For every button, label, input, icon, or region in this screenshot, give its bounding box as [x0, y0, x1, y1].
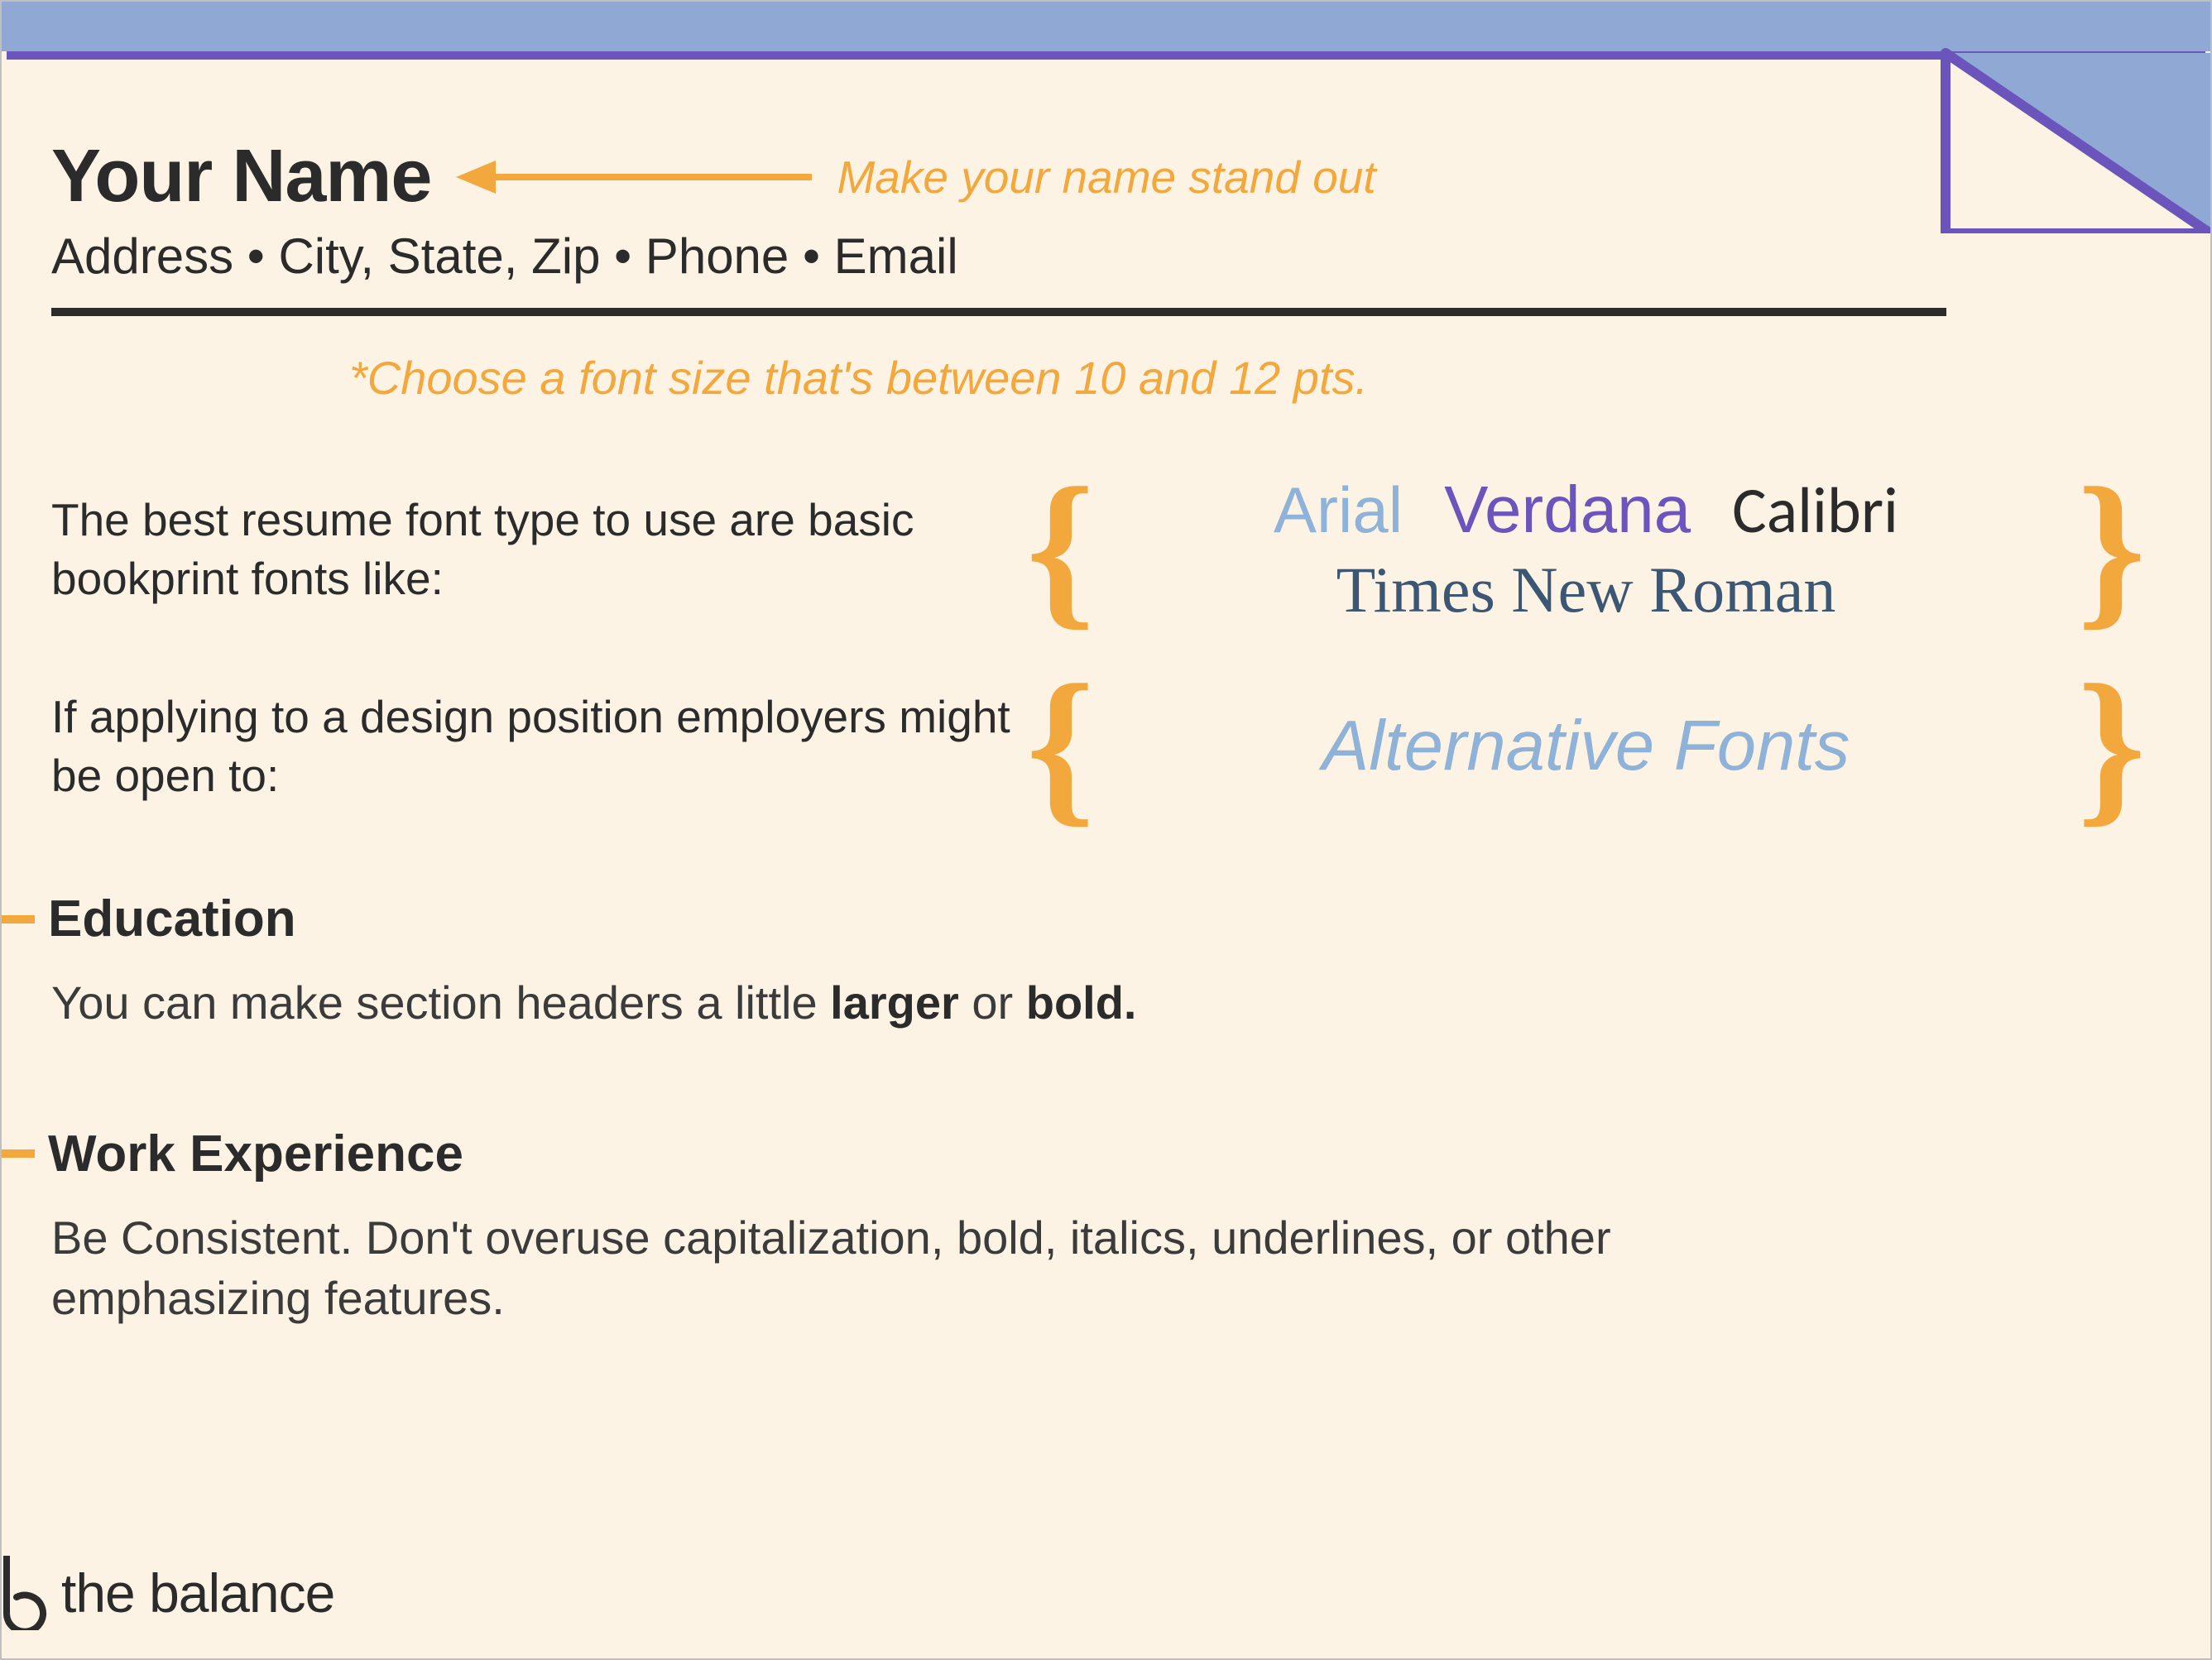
section-title: Work Experience [48, 1125, 463, 1183]
top-bar [2, 2, 2210, 51]
font-alternative: Alternative Fonts [1322, 707, 1850, 785]
brace-right-icon: } [2062, 685, 2161, 807]
font-size-tip: *Choose a font size that's between 10 an… [349, 351, 2161, 405]
alt-fonts-list: Alternative Fonts [1110, 706, 2063, 787]
section-body: You can make section headers a little la… [51, 973, 1789, 1034]
font-arial: Arial [1274, 473, 1403, 548]
content-area: Your Name Make your name stand out Addre… [51, 101, 2161, 1658]
edu-bold-larger: larger [830, 976, 959, 1029]
brace-left-icon: { [1011, 685, 1110, 807]
font-verdana: Verdana [1444, 472, 1691, 548]
font-times: Times New Roman [1110, 553, 2063, 627]
name-row: Your Name Make your name stand out [51, 134, 2161, 219]
applicant-name: Your Name [51, 134, 431, 219]
basic-fonts-braces: { Arial Verdana Calibri Times New Roman … [1011, 471, 2161, 627]
basic-fonts-list: Arial Verdana Calibri Times New Roman [1110, 471, 2063, 627]
brand-footer: the balance [0, 1556, 334, 1630]
edu-bold-bold: bold. [1026, 976, 1137, 1029]
name-tip: Make your name stand out [837, 151, 1375, 204]
resume-infographic: Your Name Make your name stand out Addre… [0, 0, 2212, 1660]
alt-fonts-text: If applying to a design position employe… [51, 688, 1011, 804]
alt-fonts-braces: { Alternative Fonts } [1011, 685, 2161, 807]
dash-icon [2, 915, 35, 924]
font-calibri: Calibri [1732, 471, 1898, 549]
brace-right-icon: } [2062, 488, 2161, 610]
divider [51, 308, 1946, 316]
accent-line [7, 51, 2205, 60]
brace-left-icon: { [1011, 488, 1110, 610]
balance-logo-icon [0, 1556, 56, 1630]
dash-icon [2, 1149, 35, 1158]
arrow-left-icon [456, 152, 812, 202]
basic-fonts-text: The best resume font type to use are bas… [51, 491, 1011, 607]
edu-body-pre: You can make section headers a little [51, 976, 830, 1029]
section-body: Be Consistent. Don't overuse capitalizat… [51, 1208, 1789, 1329]
section-work: Work Experience Be Consistent. Don't ove… [51, 1125, 2161, 1329]
section-education: Education You can make section headers a… [51, 890, 2161, 1034]
contact-line: Address • City, State, Zip • Phone • Ema… [51, 228, 2161, 285]
section-title: Education [48, 890, 296, 948]
edu-body-mid: or [959, 976, 1026, 1029]
brand-name: the balance [61, 1562, 334, 1624]
alt-fonts-tip: If applying to a design position employe… [51, 685, 2161, 807]
basic-fonts-tip: The best resume font type to use are bas… [51, 471, 2161, 627]
